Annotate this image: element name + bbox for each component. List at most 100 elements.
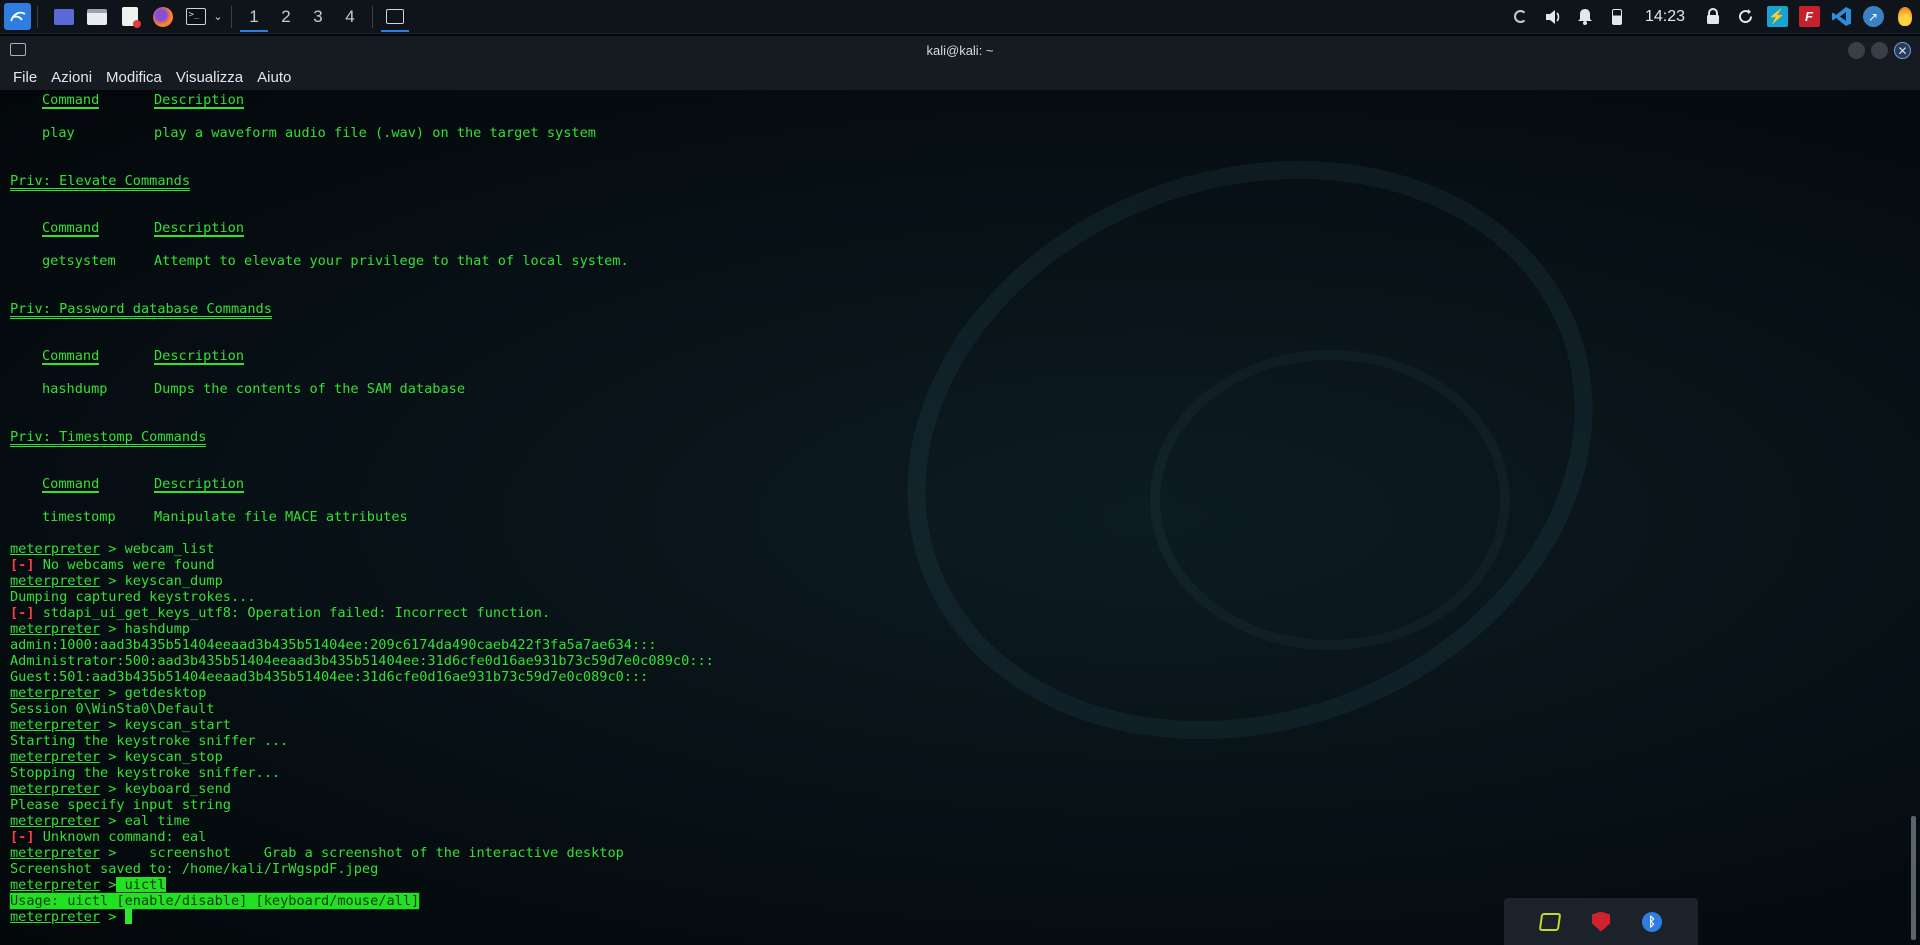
vscode-icon[interactable] bbox=[1828, 4, 1854, 30]
command-name: Command bbox=[42, 476, 100, 493]
terminal-line: Screenshot saved to: /home/kali/IrWgspdF… bbox=[10, 861, 714, 877]
output-text: Screenshot saved to: /home/kali/IrWgspdF… bbox=[10, 861, 379, 877]
terminal-line: meterpreter > bbox=[10, 909, 714, 925]
terminal-line: [-] No webcams were found bbox=[10, 557, 714, 573]
terminal-line: meterpreter > uictl bbox=[0, 877, 1908, 893]
bluetooth-icon[interactable]: ᛒ bbox=[1642, 911, 1662, 932]
error-message: Unknown command: eal bbox=[34, 829, 207, 845]
command-input: > eal time bbox=[100, 813, 191, 829]
firefox-icon[interactable] bbox=[149, 3, 176, 30]
battery-icon[interactable] bbox=[1604, 4, 1630, 30]
filezilla-icon[interactable]: F bbox=[1796, 4, 1822, 30]
terminal-line: admin:1000:aad3b435b51404eeaad3b435b5140… bbox=[10, 637, 714, 653]
terminal-line: hashdump Dumps the contents of the SAM da… bbox=[10, 381, 714, 397]
terminal-line: play play a waveform audio file (.wav) on… bbox=[10, 125, 714, 141]
workspace-3[interactable]: 3 bbox=[302, 2, 334, 32]
power-icon[interactable] bbox=[1892, 4, 1918, 30]
clock[interactable]: 14:23 bbox=[1645, 8, 1685, 26]
menu-azioni[interactable]: Azioni bbox=[51, 69, 92, 86]
meterpreter-prompt: meterpreter bbox=[10, 541, 101, 557]
workspace-2[interactable]: 2 bbox=[270, 2, 302, 32]
menu-file[interactable]: File bbox=[13, 69, 37, 86]
meterpreter-prompt: meterpreter bbox=[10, 813, 101, 829]
menu-aiuto[interactable]: Aiuto bbox=[257, 69, 291, 86]
terminal-scrollbar[interactable] bbox=[1911, 816, 1916, 940]
command-description: play a waveform audio file (.wav) on the… bbox=[154, 125, 596, 141]
meterpreter-prompt: meterpreter bbox=[10, 845, 101, 861]
meterpreter-prompt: meterpreter bbox=[10, 717, 101, 733]
lock-screen-icon[interactable] bbox=[1700, 4, 1726, 30]
output-text: Please specify input string bbox=[10, 797, 231, 813]
menu-visualizza[interactable]: Visualizza bbox=[176, 69, 243, 86]
top-panel: >_ ⌄ 1 2 3 4 14:23 ⚡ F ↗ bbox=[0, 0, 1920, 34]
terminal-line: meterpreter > screenshot Grab a screensh… bbox=[10, 845, 714, 861]
terminal-line: timestomp Manipulate file MACE attributes bbox=[10, 509, 714, 525]
show-desktop-icon[interactable] bbox=[50, 3, 77, 30]
command-input[interactable]: > bbox=[100, 909, 125, 925]
terminal-line: meterpreter > hashdump bbox=[10, 621, 714, 637]
panel-separator bbox=[37, 5, 38, 28]
text-editor-icon[interactable] bbox=[116, 3, 143, 30]
command-name: getsystem bbox=[42, 253, 116, 269]
command-input-selected: uictl bbox=[116, 877, 166, 893]
terminal-line: Command Description bbox=[10, 93, 714, 109]
terminal-line: [-] stdapi_ui_get_keys_utf8: Operation f… bbox=[10, 605, 714, 621]
terminal-launcher-icon[interactable]: >_ bbox=[182, 3, 209, 30]
terminal-line: Usage: uictl [enable/disable] [keyboard/… bbox=[8, 892, 714, 910]
notifications-bell-icon[interactable] bbox=[1572, 4, 1598, 30]
minimize-button[interactable] bbox=[1848, 42, 1865, 59]
menubar: File Azioni Modifica Visualizza Aiuto bbox=[0, 64, 1920, 90]
terminal-line: getsystem Attempt to elevate your privile… bbox=[10, 253, 714, 269]
error-tag: [-] bbox=[10, 557, 35, 573]
output-text-selected: Usage: uictl [enable/disable] [keyboard/… bbox=[8, 892, 421, 910]
meterpreter-prompt: meterpreter bbox=[10, 685, 101, 701]
command-input: > bbox=[100, 877, 117, 893]
file-manager-icon[interactable] bbox=[83, 3, 110, 30]
command-name: Command bbox=[42, 220, 100, 237]
taskbar-terminal-window[interactable] bbox=[379, 2, 411, 32]
network-manager-icon[interactable]: ↗ bbox=[1860, 4, 1886, 30]
wallpaper-dragon-decoration bbox=[1150, 350, 1510, 650]
close-button[interactable]: ✕ bbox=[1894, 42, 1911, 59]
selection-highlight bbox=[0, 877, 1908, 893]
terminal-line: Stopping the keystroke sniffer... bbox=[10, 765, 714, 781]
terminal-output[interactable]: Command Description play play a waveform au… bbox=[0, 90, 1920, 945]
command-description: Description bbox=[154, 476, 245, 493]
command-name: Command bbox=[42, 348, 100, 365]
cherrytree-icon[interactable] bbox=[1538, 912, 1562, 931]
kali-menu-icon[interactable] bbox=[4, 3, 31, 30]
error-message: No webcams were found bbox=[34, 557, 215, 573]
terminal-line: meterpreter > keyboard_send bbox=[10, 781, 714, 797]
volume-icon[interactable] bbox=[1540, 4, 1566, 30]
close-icon: ✕ bbox=[1897, 43, 1908, 58]
window-titlebar[interactable]: kali@kali: ~ ✕ bbox=[0, 36, 1920, 64]
meterpreter-prompt: meterpreter bbox=[10, 749, 101, 765]
menu-modifica[interactable]: Modifica bbox=[106, 69, 162, 86]
terminal-window-icon[interactable] bbox=[10, 43, 26, 56]
refresh-icon[interactable] bbox=[1732, 4, 1758, 30]
meterpreter-prompt: meterpreter bbox=[10, 781, 101, 797]
terminal-line: Command Description bbox=[10, 349, 714, 365]
workspace-1[interactable]: 1 bbox=[238, 2, 270, 32]
terminal-line: Priv: Elevate Commands bbox=[10, 173, 714, 191]
terminal-line: [-] Unknown command: eal bbox=[10, 829, 714, 845]
mcafee-shield-icon[interactable] bbox=[1592, 911, 1610, 932]
maximize-button[interactable] bbox=[1871, 42, 1888, 59]
terminal-line: Session 0\WinSta0\Default bbox=[10, 701, 714, 717]
burpsuite-icon[interactable]: ⚡ bbox=[1764, 4, 1790, 30]
chevron-down-icon[interactable]: ⌄ bbox=[211, 3, 225, 30]
workspace-4[interactable]: 4 bbox=[334, 2, 366, 32]
command-description: Attempt to elevate your privilege to tha… bbox=[154, 253, 629, 269]
terminal-line: Guest:501:aad3b435b51404eeaad3b435b51404… bbox=[10, 669, 714, 685]
terminal-line: Dumping captured keystrokes... bbox=[10, 589, 714, 605]
terminal-line: Please specify input string bbox=[10, 797, 714, 813]
